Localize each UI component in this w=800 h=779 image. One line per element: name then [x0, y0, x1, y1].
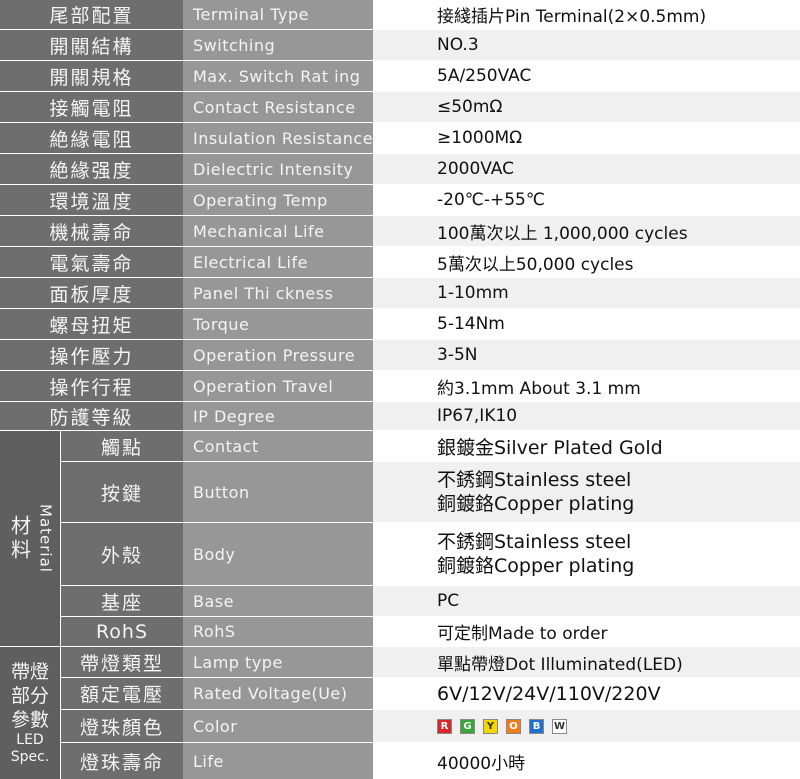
led-row-value: 單點帶燈Dot Illuminated(LED): [373, 647, 800, 677]
led-group-zh-line: 部分: [10, 685, 49, 707]
row-value: 約3.1mm About 3.1 mm: [373, 371, 800, 401]
led-group-label: 帶燈 部分 參數 LED Spec.: [0, 647, 60, 779]
material-row-label-zh: 外殼: [61, 523, 183, 585]
row-label-en: Max. Switch Rat ing: [183, 61, 373, 91]
row-label-zh: 絶緣强度: [0, 154, 183, 184]
material-row-value: 不銹鋼Stainless steel 銅鍍鉻Copper plating: [373, 462, 800, 522]
led-group-zh-line: 帶燈: [10, 661, 49, 683]
row-label-zh: 尾部配置: [0, 0, 183, 29]
material-row-label-zh: 觸點: [61, 431, 183, 461]
row-value: 5-14Nm: [373, 309, 800, 339]
row-label-en: Electrical Life: [183, 247, 373, 277]
led-row-label-zh: 燈珠顏色: [61, 710, 183, 742]
material-group-label: 材料 Material: [0, 431, 60, 646]
row-label-en: Terminal Type: [183, 0, 373, 29]
row-label-en: Insulation Resistance: [183, 123, 373, 153]
row-label-en: Torque: [183, 309, 373, 339]
row-label-zh: 機械壽命: [0, 216, 183, 246]
material-row-value: 銀鍍金Silver Plated Gold: [373, 431, 800, 461]
material-row-label-zh: 按鍵: [61, 462, 183, 522]
row-value: NO.3: [373, 30, 800, 60]
row-value: 1-10mm: [373, 278, 800, 308]
row-label-zh: 絶緣電阻: [0, 123, 183, 153]
material-group-zh: 材料: [7, 514, 32, 563]
material-row-label-en: RohS: [183, 617, 373, 646]
row-value: ≥1000MΩ: [373, 123, 800, 153]
material-row-label-en: Contact: [183, 431, 373, 461]
led-row-label-zh: 額定電壓: [61, 678, 183, 709]
led-color-chip: R: [437, 718, 452, 734]
row-label-zh: 環境溫度: [0, 185, 183, 215]
row-label-en: Switching: [183, 30, 373, 60]
row-label-zh: 開關規格: [0, 61, 183, 91]
led-row-label-en: Color: [183, 710, 373, 742]
row-label-zh: 面板厚度: [0, 278, 183, 308]
row-value: 100萬次以上 1,000,000 cycles: [373, 216, 800, 246]
row-value: 5萬次以上50,000 cycles: [373, 247, 800, 277]
material-row-value: 不銹鋼Stainless steel 銅鍍鉻Copper plating: [373, 523, 800, 585]
row-label-en: Operation Pressure: [183, 340, 373, 370]
material-row-label-en: Body: [183, 523, 373, 585]
led-row-label-en: Lamp type: [183, 647, 373, 677]
led-color-chip: Y: [483, 718, 498, 734]
led-group-en-line: LED: [16, 732, 44, 748]
row-label-zh: 電氣壽命: [0, 247, 183, 277]
value-line: 銅鍍鉻Copper plating: [437, 555, 635, 577]
row-value: 3-5N: [373, 340, 800, 370]
led-color-chip: G: [460, 718, 475, 734]
row-value: -20℃-+55℃: [373, 185, 800, 215]
led-row-value: RGYOBW: [373, 710, 800, 742]
row-label-en: Mechanical Life: [183, 216, 373, 246]
material-row-label-en: Button: [183, 462, 373, 522]
row-label-zh: 操作行程: [0, 371, 183, 401]
material-row-value: PC: [373, 586, 800, 616]
led-color-chip: O: [506, 718, 521, 734]
material-row-label-zh: 基座: [61, 586, 183, 616]
led-color-chips: RGYOBW: [437, 718, 575, 734]
led-group-zh-line: 參數: [10, 709, 49, 731]
led-row-label-zh: 燈珠壽命: [61, 743, 183, 779]
material-row-label-en: Base: [183, 586, 373, 616]
value-line: 不銹鋼Stainless steel: [437, 469, 632, 491]
row-label-zh: 開關結構: [0, 30, 183, 60]
value-line: 不銹鋼Stainless steel: [437, 531, 632, 553]
led-row-label-en: Life: [183, 743, 373, 779]
row-label-en: Dielectric Intensity: [183, 154, 373, 184]
spec-table: 尾部配置 Terminal Type 接綫插片Pin Terminal(2×0.…: [0, 0, 800, 779]
row-label-zh: 操作壓力: [0, 340, 183, 370]
material-row-label-zh: RohS: [61, 617, 183, 646]
row-label-zh: 防護等級: [0, 402, 183, 430]
row-label-en: Operation Travel: [183, 371, 373, 401]
material-group-en: Material: [36, 504, 55, 573]
led-row-label-en: Rated Voltage(Ue): [183, 678, 373, 709]
led-row-value: 40000小時: [373, 743, 800, 779]
led-group-en-line: Spec.: [10, 749, 50, 765]
row-value: 2000VAC: [373, 154, 800, 184]
row-value: 5A/250VAC: [373, 61, 800, 91]
led-row-value: 6V/12V/24V/110V/220V: [373, 678, 800, 709]
row-label-en: Contact Resistance: [183, 92, 373, 122]
row-label-zh: 接觸電阻: [0, 92, 183, 122]
led-row-label-zh: 帶燈類型: [61, 647, 183, 677]
row-label-en: IP Degree: [183, 402, 373, 430]
row-label-zh: 螺母扭矩: [0, 309, 183, 339]
row-label-en: Panel Thi ckness: [183, 278, 373, 308]
led-color-chip: W: [552, 718, 567, 734]
row-label-en: Operating Temp: [183, 185, 373, 215]
row-value: IP67,IK10: [373, 402, 800, 430]
material-row-value: 可定制Made to order: [373, 617, 800, 646]
led-color-chip: B: [529, 718, 544, 734]
value-line: 銅鍍鉻Copper plating: [437, 493, 635, 515]
row-value: ≤50mΩ: [373, 92, 800, 122]
row-value: 接綫插片Pin Terminal(2×0.5mm): [373, 0, 800, 29]
